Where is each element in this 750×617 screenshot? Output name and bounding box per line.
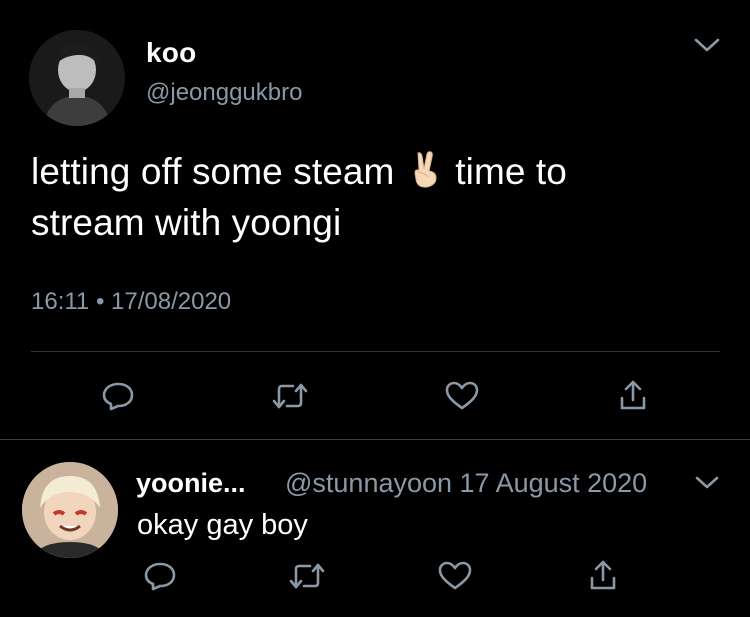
reply-chevron-down-icon[interactable] [691, 472, 723, 494]
retweet-icon[interactable] [268, 378, 312, 414]
divider [31, 351, 720, 352]
display-name[interactable]: koo [146, 37, 196, 69]
avatar-photo [29, 30, 125, 126]
reply-icon[interactable] [138, 558, 182, 594]
retweet-icon[interactable] [285, 558, 329, 594]
reply-text: okay gay boy [137, 509, 308, 541]
reply-handle-and-date[interactable]: @stunnayoon 17 August 2020 [285, 468, 647, 499]
share-icon[interactable] [611, 376, 655, 414]
tweet-timestamp[interactable]: 16:11 • 17/08/2020 [31, 288, 231, 316]
like-icon[interactable] [440, 378, 484, 414]
user-handle[interactable]: @jeonggukbro [146, 79, 302, 107]
reply-display-name[interactable]: yoonie... [136, 468, 246, 499]
victory-hand-emoji-icon [409, 149, 443, 189]
reply-icon[interactable] [96, 378, 140, 414]
reply-avatar-photo [22, 462, 118, 558]
avatar[interactable] [29, 30, 125, 126]
tweet-text: letting off some steam time to stream wi… [31, 146, 691, 248]
like-icon[interactable] [433, 558, 477, 594]
chevron-down-icon[interactable] [690, 32, 724, 58]
share-icon[interactable] [581, 556, 625, 594]
reply-avatar[interactable] [22, 462, 118, 558]
tweet-text-part-1: letting off some steam [31, 151, 405, 192]
divider [0, 439, 750, 440]
